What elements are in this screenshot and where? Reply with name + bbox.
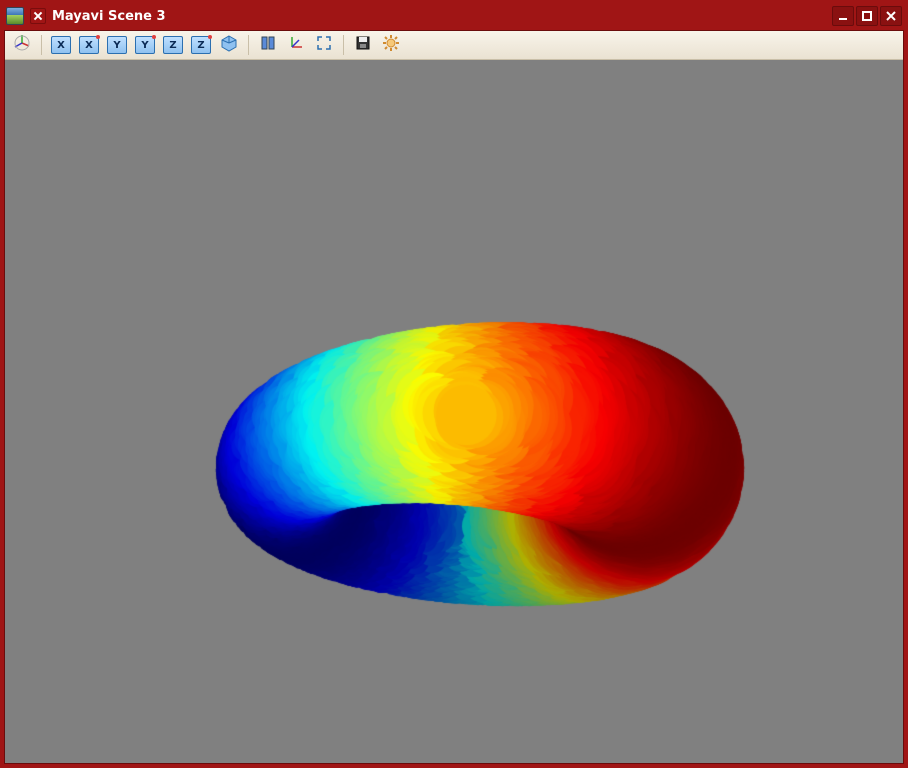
z-neg-axis-icon: Z	[191, 36, 211, 54]
gear-icon	[382, 34, 400, 56]
tool-save[interactable]	[350, 33, 376, 57]
tool-rotate[interactable]	[9, 33, 35, 57]
minimize-button[interactable]	[832, 6, 854, 26]
titlebar[interactable]: Mayavi Scene 3	[4, 4, 904, 30]
parallel-icon	[259, 34, 277, 56]
tool-z_neg[interactable]: Z	[188, 33, 214, 57]
toolbar: XXYYZZ	[5, 31, 903, 60]
fullscreen-icon	[315, 34, 333, 56]
x-pos-axis-icon: X	[51, 36, 71, 54]
x-neg-axis-icon: X	[79, 36, 99, 54]
tool-y_pos[interactable]: Y	[104, 33, 130, 57]
save-icon	[354, 34, 372, 56]
toolbar-separator	[41, 35, 42, 55]
tool-x_neg[interactable]: X	[76, 33, 102, 57]
z-pos-axis-icon: Z	[163, 36, 183, 54]
isometric-icon	[220, 34, 238, 56]
client-area: XXYYZZ	[4, 30, 904, 764]
axes-rotate-icon	[13, 34, 31, 56]
tool-y_neg[interactable]: Y	[132, 33, 158, 57]
tool-x_pos[interactable]: X	[48, 33, 74, 57]
tool-z_pos[interactable]: Z	[160, 33, 186, 57]
tool-axes_ind[interactable]	[283, 33, 309, 57]
y-pos-axis-icon: Y	[107, 36, 127, 54]
window-title: Mayavi Scene 3	[52, 9, 166, 24]
app-icon	[6, 7, 24, 25]
tool-fullscr[interactable]	[311, 33, 337, 57]
toolbar-separator	[343, 35, 344, 55]
tool-config[interactable]	[378, 33, 404, 57]
close-button[interactable]	[880, 6, 902, 26]
tool-parallel[interactable]	[255, 33, 281, 57]
maximize-button[interactable]	[856, 6, 878, 26]
scene-viewport[interactable]	[5, 60, 903, 763]
titlebar-close-secondary[interactable]	[30, 8, 46, 24]
y-neg-axis-icon: Y	[135, 36, 155, 54]
axes-ind-icon	[287, 34, 305, 56]
scene-canvas[interactable]	[5, 60, 903, 763]
tool-iso[interactable]	[216, 33, 242, 57]
toolbar-separator	[248, 35, 249, 55]
application-window: Mayavi Scene 3 XXYYZZ	[0, 0, 908, 768]
